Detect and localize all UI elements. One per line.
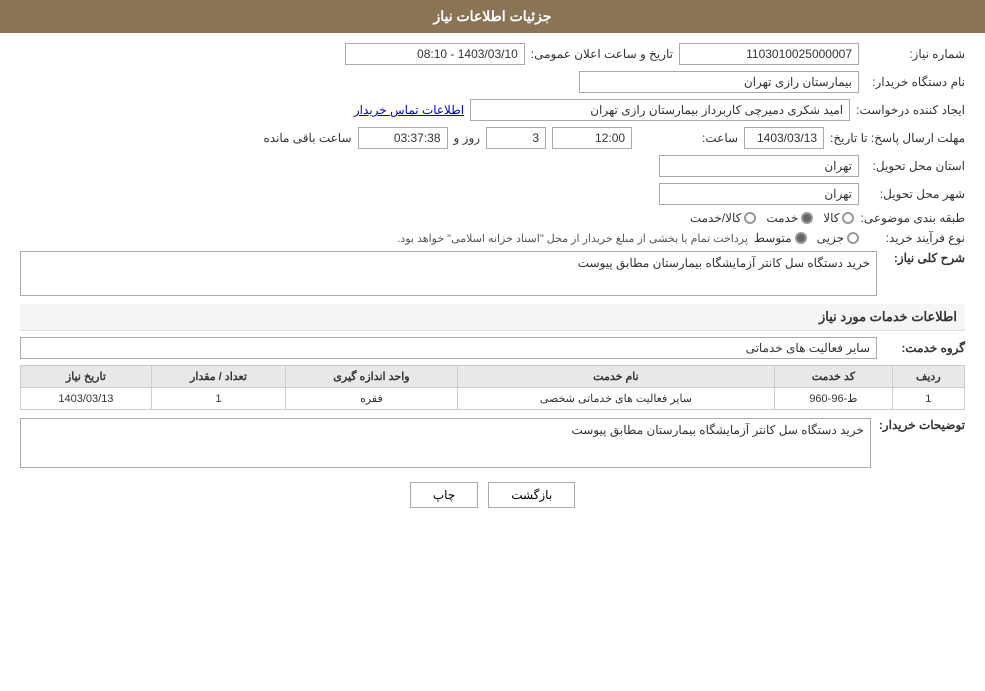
remaining-days-value: 3 [486, 127, 546, 149]
province-label: استان محل تحویل: [865, 159, 965, 173]
need-number-label: شماره نیاز: [865, 47, 965, 61]
creator-label: ایجاد کننده درخواست: [856, 103, 965, 117]
buyer-description-row: توضیحات خریدار: خرید دستگاه سل کانتر آزم… [20, 418, 965, 468]
process-note: پرداخت تمام یا بخشی از مبلغ خریدار از مح… [397, 232, 748, 245]
print-button[interactable]: چاپ [410, 482, 478, 508]
buyer-name-label: نام دستگاه خریدار: [865, 75, 965, 89]
back-button[interactable]: بازگشت [488, 482, 575, 508]
page-header: جزئیات اطلاعات نیاز [0, 0, 985, 33]
page-wrapper: جزئیات اطلاعات نیاز شماره نیاز: 11030100… [0, 0, 985, 691]
category-label: طبقه بندی موضوعی: [860, 211, 965, 225]
radio-service-icon [801, 212, 813, 224]
radio-both-icon [744, 212, 756, 224]
process-row: نوع فرآیند خرید: جزیی متوسط پرداخت تمام … [20, 231, 965, 245]
service-group-row: گروه خدمت: سایر فعالیت های خدماتی [20, 337, 965, 359]
col-count: تعداد / مقدار [151, 366, 285, 388]
process-radio-group: جزیی متوسط [754, 231, 859, 245]
table-row: 1 ط-96-960 سایر فعالیت های خدماتی شخصی ف… [21, 388, 965, 410]
radio-kala-icon [842, 212, 854, 224]
page-title: جزئیات اطلاعات نیاز [433, 8, 551, 24]
remaining-suffix: ساعت باقی مانده [263, 131, 351, 145]
cell-code: ط-96-960 [775, 388, 892, 410]
deadline-row: مهلت ارسال پاسخ: تا تاریخ: 1403/03/13 سا… [20, 127, 965, 149]
need-desc-value: خرید دستگاه سل کانتر آزمایشگاه بیمارستان… [20, 251, 877, 296]
response-deadline-label: مهلت ارسال پاسخ: تا تاریخ: [830, 131, 965, 145]
col-code: کد خدمت [775, 366, 892, 388]
services-section-title: اطلاعات خدمات مورد نیاز [20, 304, 965, 331]
service-group-label: گروه خدمت: [885, 341, 965, 355]
process-partial-label: جزیی [817, 231, 844, 245]
city-value: تهران [659, 183, 859, 205]
services-table: ردیف کد خدمت نام خدمت واحد اندازه گیری ت… [20, 365, 965, 410]
category-option-service[interactable]: خدمت [766, 211, 813, 225]
need-number-value: 1103010025000007 [679, 43, 859, 65]
radio-partial-icon [847, 232, 859, 244]
radio-medium-icon [795, 232, 807, 244]
process-label: نوع فرآیند خرید: [865, 231, 965, 245]
response-time-label: ساعت: [638, 131, 738, 145]
category-row: طبقه بندی موضوعی: کالا خدمت کالا/خدمت [20, 211, 965, 225]
process-option-medium[interactable]: متوسط [754, 231, 807, 245]
col-row: ردیف [892, 366, 964, 388]
process-option-partial[interactable]: جزیی [817, 231, 859, 245]
process-medium-label: متوسط [754, 231, 792, 245]
buyer-desc-value: خرید دستگاه سل کانتر آزمایشگاه بیمارستان… [20, 418, 871, 468]
need-number-row: شماره نیاز: 1103010025000007 تاریخ و ساع… [20, 43, 965, 65]
cell-count: 1 [151, 388, 285, 410]
response-time-value: 12:00 [552, 127, 632, 149]
need-desc-label: شرح کلی نیاز: [885, 251, 965, 265]
remaining-days-label: روز و [454, 131, 481, 145]
buyer-name-value: بیمارستان رازی تهران [579, 71, 859, 93]
creator-value: امید شکری دمیرچی کاربرداز بیمارستان رازی… [470, 99, 850, 121]
buyer-name-row: نام دستگاه خریدار: بیمارستان رازی تهران [20, 71, 965, 93]
response-date-value: 1403/03/13 [744, 127, 824, 149]
col-unit: واحد اندازه گیری [286, 366, 458, 388]
province-row: استان محل تحویل: تهران [20, 155, 965, 177]
city-row: شهر محل تحویل: تهران [20, 183, 965, 205]
category-option-both[interactable]: کالا/خدمت [690, 211, 756, 225]
cell-name: سایر فعالیت های خدماتی شخصی [457, 388, 774, 410]
col-name: نام خدمت [457, 366, 774, 388]
province-value: تهران [659, 155, 859, 177]
category-kala-label: کالا [823, 211, 839, 225]
date-value: 1403/03/10 - 08:10 [345, 43, 525, 65]
cell-date: 1403/03/13 [21, 388, 152, 410]
remaining-time-value: 03:37:38 [358, 127, 448, 149]
need-description-box: شرح کلی نیاز: خرید دستگاه سل کانتر آزمای… [20, 251, 965, 296]
category-service-label: خدمت [766, 211, 798, 225]
creator-link[interactable]: اطلاعات تماس خریدار [354, 103, 464, 117]
city-label: شهر محل تحویل: [865, 187, 965, 201]
category-radio-group: کالا خدمت کالا/خدمت [690, 211, 855, 225]
buyer-desc-label: توضیحات خریدار: [879, 418, 965, 432]
service-group-value: سایر فعالیت های خدماتی [20, 337, 877, 359]
category-both-label: کالا/خدمت [690, 211, 741, 225]
date-label: تاریخ و ساعت اعلان عمومی: [531, 47, 673, 61]
cell-row: 1 [892, 388, 964, 410]
category-option-kala[interactable]: کالا [823, 211, 854, 225]
cell-unit: فقره [286, 388, 458, 410]
col-date: تاریخ نیاز [21, 366, 152, 388]
footer-buttons: بازگشت چاپ [20, 482, 965, 508]
main-content: شماره نیاز: 1103010025000007 تاریخ و ساع… [0, 33, 985, 528]
creator-row: ایجاد کننده درخواست: امید شکری دمیرچی کا… [20, 99, 965, 121]
